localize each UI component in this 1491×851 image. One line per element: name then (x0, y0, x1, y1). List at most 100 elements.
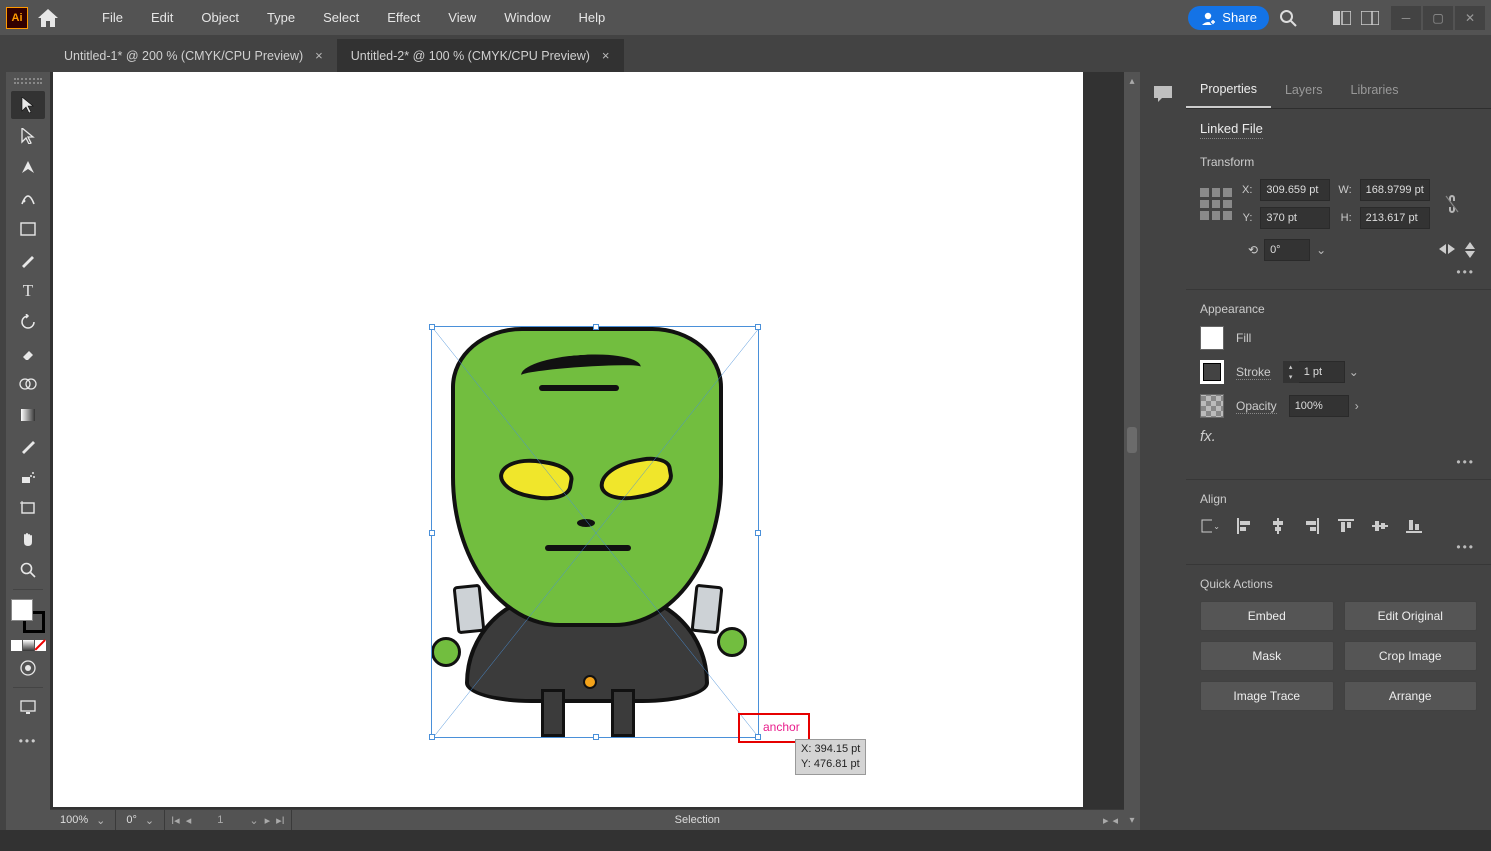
direct-selection-tool[interactable] (11, 122, 45, 150)
arrange-button[interactable]: Arrange (1344, 681, 1478, 711)
tab-properties[interactable]: Properties (1186, 72, 1271, 108)
draw-mode-icon[interactable] (11, 654, 45, 682)
comments-panel-icon[interactable] (1152, 84, 1174, 104)
align-right-icon[interactable] (1302, 516, 1322, 536)
artboard-last-icon[interactable]: ▸I (276, 814, 285, 827)
rotate-input[interactable] (1264, 239, 1310, 261)
menu-select[interactable]: Select (309, 7, 373, 28)
fill-swatch[interactable] (1200, 326, 1224, 350)
artboard-prev-icon[interactable]: ◂ (186, 814, 192, 827)
tab-untitled-1[interactable]: Untitled-1* @ 200 % (CMYK/CPU Preview) × (50, 39, 337, 72)
rectangle-tool[interactable] (11, 215, 45, 243)
window-close[interactable]: ✕ (1455, 6, 1485, 30)
transform-h-input[interactable] (1360, 207, 1430, 229)
type-tool[interactable]: T (11, 277, 45, 305)
stroke-label[interactable]: Stroke (1236, 365, 1271, 380)
flip-horizontal-icon[interactable] (1439, 242, 1455, 258)
chevron-down-icon[interactable]: ⌄ (145, 814, 154, 827)
scroll-right-icon[interactable]: ▸ (1103, 814, 1109, 827)
stroke-weight-stepper[interactable]: ▴▾ (1283, 361, 1299, 383)
shape-builder-tool[interactable] (11, 370, 45, 398)
menu-view[interactable]: View (434, 7, 490, 28)
rotation-value[interactable]: 0° (126, 814, 137, 826)
selection-tool[interactable] (11, 91, 45, 119)
opacity-swatch[interactable] (1200, 394, 1224, 418)
constrain-proportions-icon[interactable] (1444, 194, 1460, 214)
align-hcenter-icon[interactable] (1268, 516, 1288, 536)
window-minimize[interactable]: ─ (1391, 6, 1421, 30)
symbol-sprayer-tool[interactable] (11, 463, 45, 491)
menu-effect[interactable]: Effect (373, 7, 434, 28)
color-mode-selector[interactable] (11, 640, 46, 651)
crop-image-button[interactable]: Crop Image (1344, 641, 1478, 671)
tab-untitled-2[interactable]: Untitled-2* @ 100 % (CMYK/CPU Preview) × (337, 39, 624, 72)
align-top-icon[interactable] (1336, 516, 1356, 536)
transform-y-input[interactable] (1260, 207, 1330, 229)
appearance-more-icon[interactable]: ••• (1200, 455, 1475, 469)
stroke-weight-input[interactable] (1299, 361, 1345, 383)
zoom-value[interactable]: 100% (60, 814, 88, 826)
artboard-next-icon[interactable]: ▸ (265, 814, 271, 827)
menu-object[interactable]: Object (187, 7, 253, 28)
rotate-tool[interactable] (11, 308, 45, 336)
paintbrush-tool[interactable] (11, 246, 45, 274)
flip-vertical-icon[interactable] (1463, 242, 1477, 258)
selection-bounding-box[interactable] (431, 326, 759, 738)
eyedropper-tool[interactable] (11, 432, 45, 460)
screen-mode-icon[interactable] (11, 693, 45, 721)
opacity-input[interactable] (1289, 395, 1349, 417)
artboard-tool[interactable] (11, 494, 45, 522)
align-more-icon[interactable]: ••• (1200, 540, 1475, 554)
edit-toolbar-icon[interactable]: ••• (19, 734, 38, 748)
chevron-down-icon[interactable]: ⌄ (96, 814, 105, 827)
curvature-tool[interactable] (11, 184, 45, 212)
zoom-tool[interactable] (11, 556, 45, 584)
fill-stroke-swatch[interactable] (11, 599, 45, 633)
artboard-first-icon[interactable]: I◂ (171, 814, 180, 827)
close-icon[interactable]: × (315, 48, 323, 63)
menu-file[interactable]: File (88, 7, 137, 28)
stroke-swatch[interactable] (1200, 360, 1224, 384)
edit-original-button[interactable]: Edit Original (1344, 601, 1478, 631)
vertical-scrollbar[interactable]: ▴ ▾ (1124, 72, 1140, 830)
scroll-up-icon[interactable]: ▴ (1129, 76, 1134, 87)
menu-window[interactable]: Window (490, 7, 564, 28)
close-icon[interactable]: × (602, 48, 610, 63)
chevron-down-icon[interactable]: ⌄ (249, 814, 258, 827)
image-trace-button[interactable]: Image Trace (1200, 681, 1334, 711)
align-to-selector[interactable]: ⌄ (1200, 516, 1220, 536)
tab-libraries[interactable]: Libraries (1337, 72, 1413, 108)
hand-tool[interactable] (11, 525, 45, 553)
mask-button[interactable]: Mask (1200, 641, 1334, 671)
workspace-icon[interactable] (1361, 11, 1379, 25)
gradient-tool[interactable] (11, 401, 45, 429)
menu-type[interactable]: Type (253, 7, 309, 28)
transform-x-input[interactable] (1260, 179, 1330, 201)
menu-help[interactable]: Help (564, 7, 619, 28)
selection-target-label[interactable]: Linked File (1200, 121, 1263, 139)
search-icon[interactable] (1279, 9, 1297, 27)
tab-layers[interactable]: Layers (1271, 72, 1337, 108)
scroll-down-icon[interactable]: ▾ (1129, 815, 1134, 826)
chevron-down-icon[interactable]: ⌄ (1316, 243, 1326, 257)
effects-icon[interactable]: fx. (1200, 428, 1216, 445)
arrange-documents-icon[interactable] (1333, 11, 1351, 25)
reference-point-selector[interactable] (1200, 188, 1232, 220)
align-vcenter-icon[interactable] (1370, 516, 1390, 536)
scroll-left-icon[interactable]: ◂ (1112, 814, 1118, 827)
opacity-label[interactable]: Opacity (1236, 399, 1277, 414)
align-left-icon[interactable] (1234, 516, 1254, 536)
menu-edit[interactable]: Edit (137, 7, 187, 28)
chevron-down-icon[interactable]: ⌄ (1349, 365, 1359, 379)
artboard-index[interactable]: 1 (197, 814, 243, 826)
embed-button[interactable]: Embed (1200, 601, 1334, 631)
pen-tool[interactable] (11, 153, 45, 181)
share-button[interactable]: Share (1188, 6, 1269, 30)
home-icon[interactable] (38, 9, 58, 27)
eraser-tool[interactable] (11, 339, 45, 367)
transform-more-icon[interactable]: ••• (1200, 265, 1475, 279)
artboard[interactable]: anchor X: 394.15 pt Y: 476.81 pt (53, 72, 1083, 807)
chevron-right-icon[interactable]: › (1355, 399, 1359, 413)
align-bottom-icon[interactable] (1404, 516, 1424, 536)
transform-w-input[interactable] (1360, 179, 1430, 201)
